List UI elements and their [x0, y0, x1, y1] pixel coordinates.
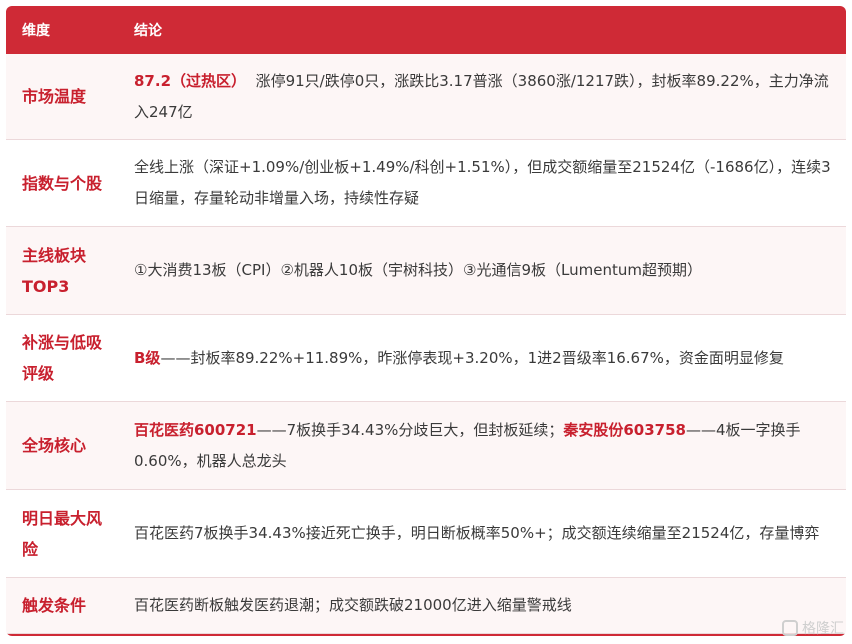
row-dimension: 全场核心 [22, 436, 87, 455]
header-conclusion: 结论 [134, 23, 162, 39]
table-row: 主线板块TOP3 ①大消费13板（CPI）②机器人10板（宇树科技）③光通信9板… [6, 227, 846, 315]
row-conclusion: 百花医药600721——7板换手34.43%分歧巨大，但封板延续；秦安股份603… [116, 415, 846, 477]
watermark-text: 格隆汇 [802, 621, 844, 637]
row-dimension: 主线板块TOP3 [22, 245, 87, 296]
logo-icon [782, 620, 798, 636]
table-row: 指数与个股 全线上涨（深证+1.09%/创业板+1.49%/科创+1.51%），… [6, 140, 846, 227]
summary-table: 维度 结论 市场温度 87.2（过热区） 涨停91只/跌停0只，涨跌比3.17普… [6, 6, 846, 636]
row-conclusion: 百花医药7板换手34.43%接近死亡换手，明日断板概率50%+；成交额连续缩量至… [134, 524, 820, 542]
highlight-text: 秦安股份603758 [563, 420, 686, 439]
table-row: 市场温度 87.2（过热区） 涨停91只/跌停0只，涨跌比3.17普涨（3860… [6, 54, 846, 140]
table-row: 补涨与低吸评级 B级——封板率89.22%+11.89%，昨涨停表现+3.20%… [6, 315, 846, 402]
table-row: 明日最大风险 百花医药7板换手34.43%接近死亡换手，明日断板概率50%+；成… [6, 490, 846, 578]
conclusion-text: ——7板换手34.43%分歧巨大，但封板延续； [256, 420, 564, 439]
highlight-text: B级 [134, 348, 161, 367]
highlight-text: 87.2（过热区） [134, 71, 247, 90]
table-row: 全场核心 百花医药600721——7板换手34.43%分歧巨大，但封板延续；秦安… [6, 402, 846, 490]
row-conclusion: 百花医药断板触发医药退潮；成交额跌破21000亿进入缩量警戒线 [134, 596, 572, 614]
header-dimension: 维度 [22, 23, 50, 39]
watermark: 格隆汇 [782, 618, 844, 638]
table-bottom-border [6, 634, 846, 636]
table-header: 维度 结论 [6, 6, 846, 54]
row-conclusion: 全线上涨（深证+1.09%/创业板+1.49%/科创+1.51%），但成交额缩量… [134, 158, 831, 207]
table-row: 触发条件 百花医药断板触发医药退潮；成交额跌破21000亿进入缩量警戒线 [6, 578, 846, 634]
row-conclusion: ①大消费13板（CPI）②机器人10板（宇树科技）③光通信9板（Lumentum… [134, 261, 702, 279]
row-dimension: 市场温度 [22, 87, 87, 106]
row-dimension: 触发条件 [22, 596, 87, 615]
conclusion-text: ——封板率89.22%+11.89%，昨涨停表现+3.20%，1进2晋级率16.… [160, 348, 784, 367]
row-dimension: 明日最大风险 [22, 508, 103, 559]
highlight-text: 百花医药600721 [134, 420, 257, 439]
row-conclusion: 87.2（过热区） 涨停91只/跌停0只，涨跌比3.17普涨（3860涨/121… [116, 66, 846, 128]
row-dimension: 补涨与低吸评级 [22, 333, 103, 383]
row-dimension: 指数与个股 [22, 173, 103, 193]
row-conclusion: B级——封板率89.22%+11.89%，昨涨停表现+3.20%，1进2晋级率1… [116, 343, 846, 374]
